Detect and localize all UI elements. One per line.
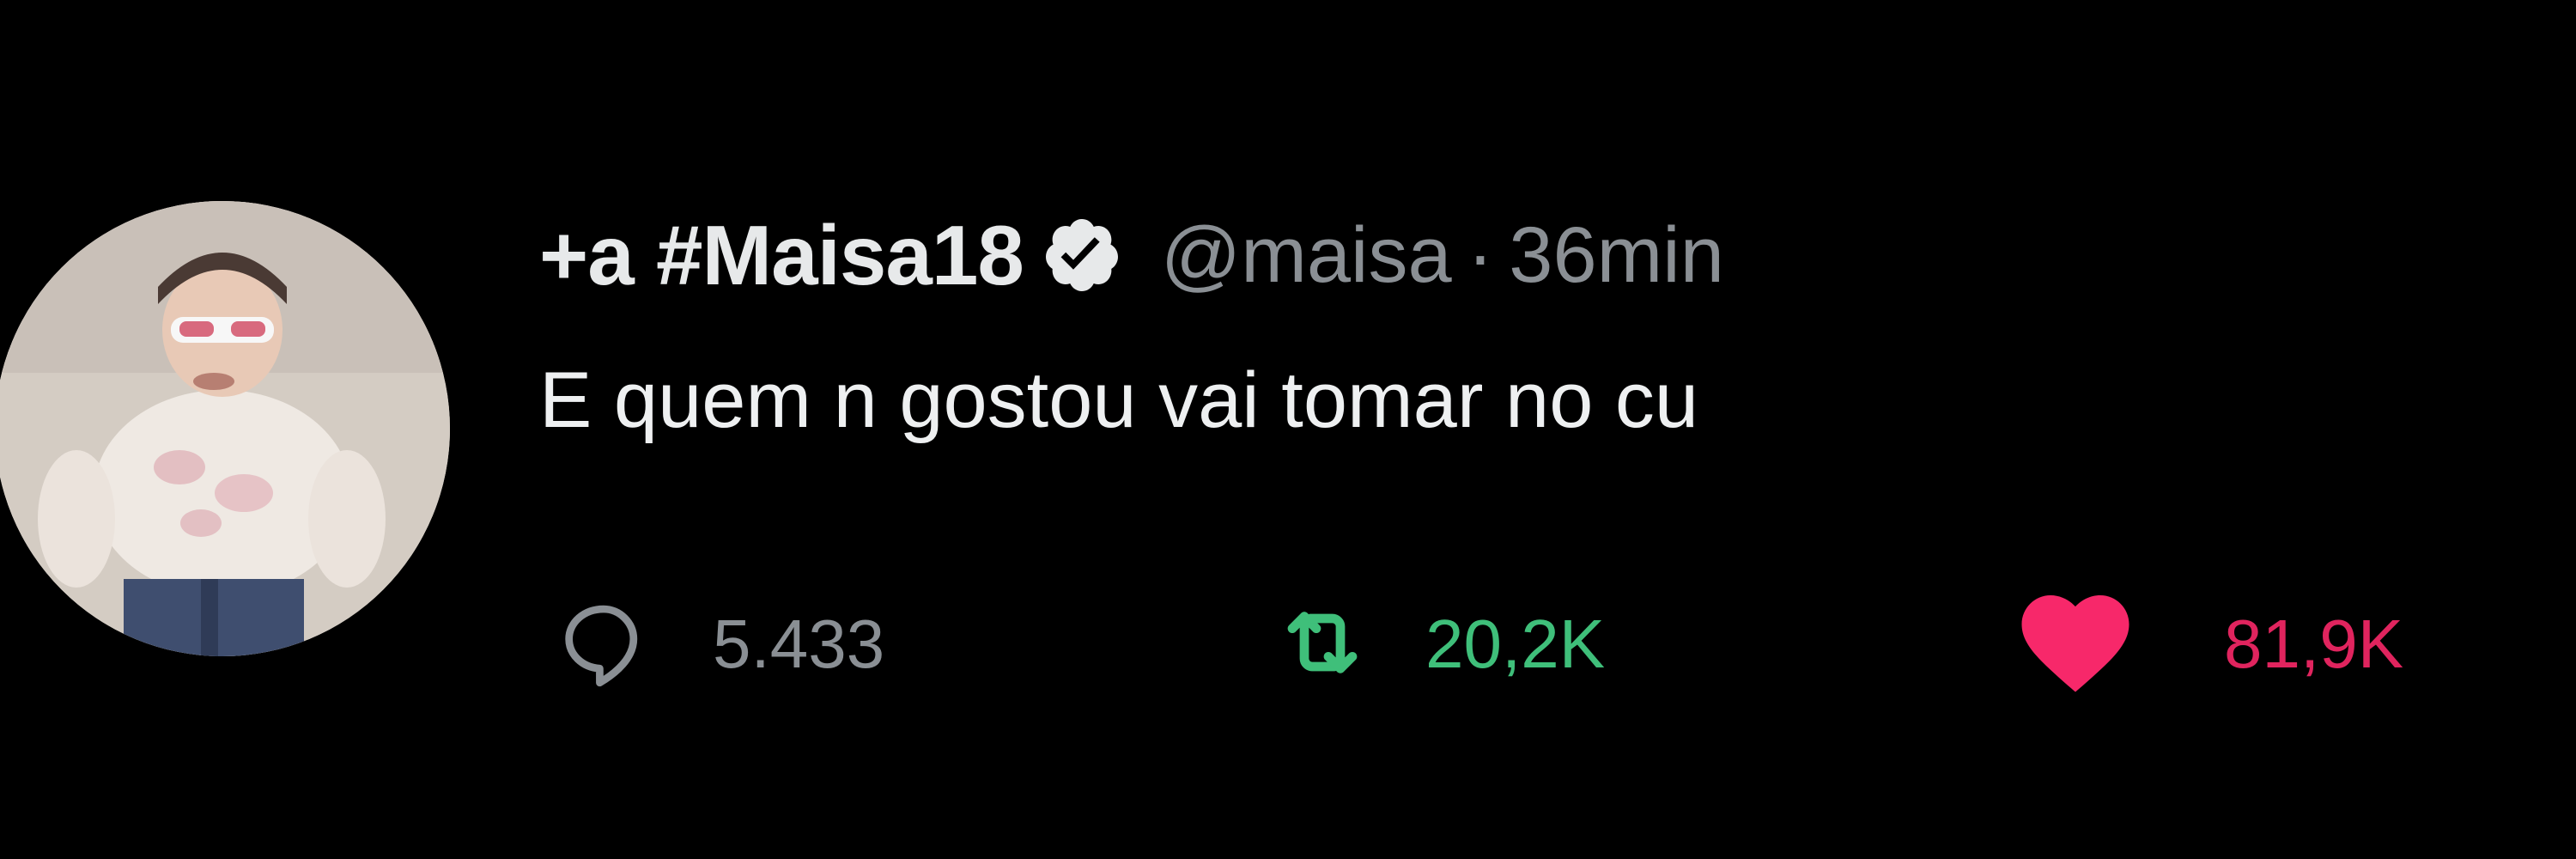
handle[interactable]: @maisa: [1161, 210, 1452, 301]
retweet-arrows-icon: [1274, 594, 1370, 695]
like-button[interactable]: 81,9K: [2011, 593, 2403, 696]
verified-badge-icon: [1041, 214, 1123, 296]
retweet-button[interactable]: 20,2K: [1274, 593, 1605, 696]
reply-button[interactable]: 5.433: [556, 593, 884, 696]
avatar[interactable]: [0, 201, 450, 656]
reply-bubble-icon: [556, 595, 651, 694]
retweet-count: 20,2K: [1425, 606, 1606, 682]
reply-count: 5.433: [713, 606, 885, 682]
heart-icon: [2011, 578, 2140, 711]
action-bar: 5.433 20,2K 81,9K: [0, 593, 2576, 696]
tweet-card: +a #Maisa18 @maisa · 36min E quem n gost…: [0, 0, 2576, 859]
timestamp[interactable]: 36min: [1509, 210, 1724, 301]
display-name[interactable]: +a #Maisa18: [539, 207, 1024, 304]
tweet-text: E quem n gostou vai tomar no cu: [539, 356, 1699, 444]
avatar-image: [0, 201, 450, 656]
separator-dot: ·: [1467, 210, 1494, 299]
tweet-header: +a #Maisa18 @maisa · 36min: [539, 199, 1724, 311]
like-count: 81,9K: [2224, 606, 2404, 682]
